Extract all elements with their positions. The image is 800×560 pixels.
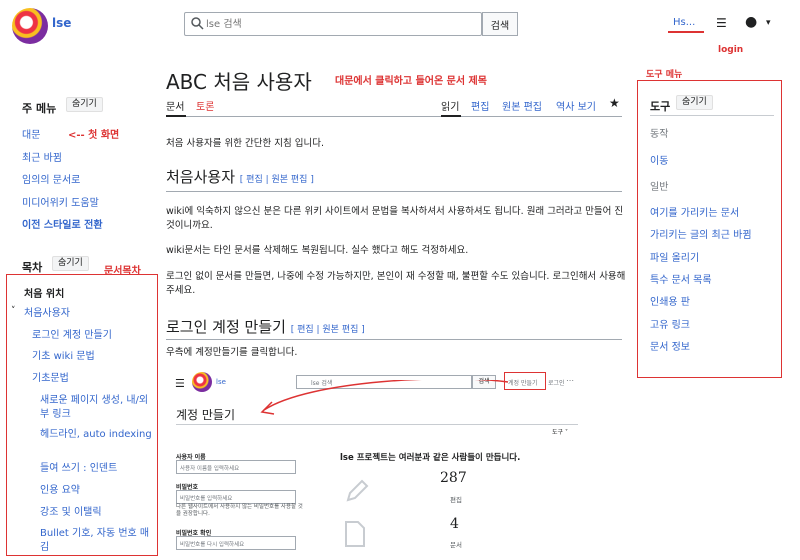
tools-item-permalink[interactable]: 고유 링크 [650,316,690,331]
pencil-icon [346,479,369,502]
stat-docs-count: 4 [450,516,459,532]
section-heading-first-user: 처음사용자 [ 편집 | 원본 편집 ] [166,168,314,186]
screenshot-divider [176,424,578,425]
tools-annotation: 도구 메뉴 [646,70,683,80]
user-link-underline [668,31,704,33]
screenshot-logo [192,372,212,392]
tools-item-related-changes[interactable]: 가리키는 글의 최근 바뀜 [650,226,752,241]
tab-source-edit[interactable]: 원본 편집 [502,98,542,113]
toc-hide-button[interactable]: 숨기기 [52,256,89,271]
screenshot-login: 로그인 [548,380,565,387]
tools-item-move[interactable]: 이동 [650,152,668,167]
main-menu-heading: 주 메뉴 [22,102,57,115]
toc-item-section[interactable]: 처음사용자 [24,307,70,321]
section-divider [166,339,622,340]
stat-edits-label: 편집 [450,496,462,504]
home-annotation: <-- 첫 화면 [68,130,120,141]
menu-item-old-style[interactable]: 이전 스타일로 전환 [22,216,103,231]
document-icon [345,521,365,547]
toc-item-basic-syntax[interactable]: 기초 wiki 문법 [32,350,95,364]
tools-divider [650,115,774,116]
tools-section-actions: 동작 [650,129,669,140]
user-link[interactable]: Hs... [673,17,695,28]
tools-item-upload[interactable]: 파일 올리기 [650,249,699,264]
more-icon: ⋯ [566,376,574,385]
section-divider [166,191,622,192]
tools-item-what-links-here[interactable]: 여기를 가리키는 문서 [650,204,739,219]
menu-item-help[interactable]: 미디어위키 도움말 [22,194,99,209]
watchlist-icon[interactable]: ☰ [716,16,727,30]
tab-document[interactable]: 문서 [166,98,184,113]
screenshot-title: 계정 만들기 [176,408,236,422]
search-icon [191,17,204,30]
tools-section-general: 일반 [650,182,669,193]
menu-item-home[interactable]: 대문 [22,126,40,141]
stat-docs-label: 문서 [450,541,462,549]
toc-subitem-headline[interactable]: 헤드라인, auto indexing [40,428,152,442]
screenshot-tools: 도구 ˅ [552,429,568,436]
username-field: 사용자 이름을 입력하세요 [176,460,296,474]
page-title: ABC 처음 사용자 [166,70,312,94]
tab-document-indicator [166,115,186,117]
toc-heading: 목차 [22,261,43,274]
tools-hide-button[interactable]: 숨기기 [676,95,713,110]
password-help: 다른 웹사이트에서 사용하지 않는 비밀번호를 사용할 것을 권장합니다. [176,504,303,517]
toc-subitem-indent[interactable]: 들여 쓰기 : 인덴트 [40,462,152,476]
tabs-divider [166,116,622,117]
paragraph-2: wiki문서는 타인 문서를 삭제해도 복원됩니다. 실수 했다고 해도 걱정하… [166,245,469,256]
paragraph-1: wiki에 익숙하지 않으신 분은 다른 위키 사이트에서 문법을 복사하셔서 … [166,206,624,231]
menu-icon: ☰ [175,377,185,390]
toc-subitem-quote[interactable]: 인용 요약 [40,484,152,498]
paragraph-3: 로그인 없이 문서를 만들면, 나중에 수정 가능하지만, 본인이 재 수정할 … [166,271,626,296]
toc-subitem-emphasis[interactable]: 강조 및 이탤릭 [40,506,152,520]
login-annotation: login [718,45,744,55]
intro-text: 처음 사용자를 위한 간단한 지침 입니다. [166,138,324,149]
user-icon[interactable]: ● [745,14,757,30]
tools-heading: 도구 [650,100,671,113]
toc-subitem-new-page[interactable]: 새로운 페이지 생성, 내/외부 링크 [40,394,152,422]
toc-item-basics[interactable]: 기초문법 [32,372,69,386]
annotation-arrow [260,380,509,415]
toc-item-top[interactable]: 처음 위치 [24,285,64,300]
tab-history[interactable]: 역사 보기 [556,98,596,113]
toc-item-login[interactable]: 로그인 계정 만들기 [32,329,112,343]
tab-talk[interactable]: 토론 [196,98,214,113]
menu-item-random[interactable]: 임의의 문서로 [22,171,80,186]
password-field: 비밀번호를 입력하세요 [176,490,296,504]
tools-item-page-info[interactable]: 문서 정보 [650,338,690,353]
screenshot-site-name: lse [216,378,226,386]
section-edit-links[interactable]: [ 편집 | 원본 편집 ] [291,325,365,335]
tab-edit[interactable]: 편집 [471,98,489,113]
paragraph-4: 우측에 계정만들기를 클릭합니다. [166,347,298,358]
site-name[interactable]: lse [52,16,71,30]
section-heading-login: 로그인 계정 만들기 [ 편집 | 원본 편집 ] [166,318,365,336]
chevron-down-icon[interactable]: ˅ [11,306,16,316]
toc-subitem-bullet[interactable]: Bullet 기호, 자동 번호 매김 [40,527,152,555]
search-button[interactable]: 검색 [482,12,518,36]
star-icon[interactable]: ★ [609,96,620,110]
section-edit-links[interactable]: [ 편집 | 원본 편집 ] [240,175,314,185]
confirm-password-field: 비밀번호를 다시 입력하세요 [176,536,296,550]
tools-item-special-pages[interactable]: 특수 문서 목록 [650,271,712,286]
tab-read[interactable]: 읽기 [441,98,459,113]
chevron-down-icon[interactable]: ▾ [766,18,771,28]
title-annotation: 대문에서 클릭하고 들어온 문서 제목 [335,76,487,87]
screenshot-heading: lse 프로젝트는 여러분과 같은 사람들이 만듭니다. [340,453,521,463]
menu-item-recent-changes[interactable]: 최근 바뀜 [22,149,62,164]
tools-item-printable[interactable]: 인쇄용 판 [650,293,690,308]
search-input[interactable] [206,15,476,33]
tab-read-indicator [441,115,461,117]
site-logo[interactable] [12,8,48,44]
main-menu-hide-button[interactable]: 숨기기 [66,97,103,112]
stat-edits-count: 287 [440,470,467,486]
